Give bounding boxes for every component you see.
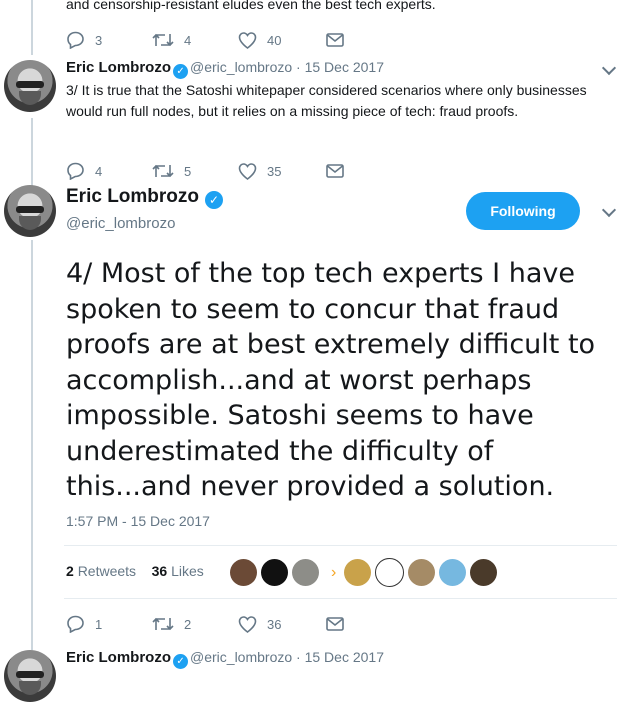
- like-icon: [238, 31, 257, 49]
- reply-icon: [67, 31, 84, 49]
- tweet-header: Eric Lombrozo ✓ @eric_lombrozo · 15 Dec 20…: [66, 59, 384, 79]
- main-author: Eric Lombrozo ✓: [66, 186, 225, 209]
- main-tweet-text: 4/ Most of the top tech experts I have s…: [66, 258, 596, 502]
- liker-avatar[interactable]: [375, 558, 405, 587]
- retweet-icon: [152, 617, 174, 631]
- retweet-count: 2: [184, 616, 192, 632]
- retweet-count: 5: [184, 163, 192, 179]
- tweet-actions: 3 4 40: [66, 31, 344, 49]
- reply-count: 3: [95, 32, 103, 48]
- like-button[interactable]: 36: [238, 615, 326, 633]
- avatar[interactable]: [4, 185, 56, 237]
- chevron-right-icon: ›: [331, 563, 337, 581]
- author-name[interactable]: Eric Lombrozo: [66, 59, 171, 76]
- liker-avatar[interactable]: [261, 559, 288, 586]
- liker-avatar[interactable]: [439, 559, 467, 586]
- avatar[interactable]: [4, 650, 56, 702]
- message-button[interactable]: [326, 33, 344, 47]
- tweet-timestamp[interactable]: 1:57 PM - 15 Dec 2017: [66, 513, 210, 529]
- reply-count: 1: [95, 616, 103, 632]
- like-icon: [238, 162, 257, 180]
- avatar[interactable]: [4, 60, 56, 112]
- message-icon: [326, 617, 344, 631]
- author-handle[interactable]: @eric_lombrozo: [66, 215, 175, 232]
- like-button[interactable]: 35: [238, 162, 326, 180]
- retweets-stat[interactable]: 2 Retweets: [66, 563, 136, 579]
- tweet-text: 3/ It is true that the Satoshi whitepape…: [66, 82, 587, 119]
- like-count: 36: [267, 616, 282, 632]
- reply-button[interactable]: 4: [66, 162, 152, 180]
- tweet-stats: 2 Retweets 36 Likes: [66, 563, 204, 579]
- liker-avatar[interactable]: [344, 559, 372, 586]
- retweet-count: 4: [184, 32, 192, 48]
- divider: [64, 598, 617, 599]
- reply-button[interactable]: 1: [66, 615, 152, 633]
- retweet-button[interactable]: 4: [152, 32, 238, 48]
- likes-stat[interactable]: 36 Likes: [152, 563, 204, 579]
- liker-avatar[interactable]: [470, 559, 498, 586]
- author-name[interactable]: Eric Lombrozo: [66, 649, 171, 666]
- tweet-date[interactable]: · 15 Dec 2017: [296, 649, 384, 665]
- chevron-down-icon[interactable]: [601, 60, 617, 76]
- author-handle[interactable]: @eric_lombrozo: [190, 649, 292, 665]
- reply-icon: [67, 162, 84, 180]
- author-handle[interactable]: @eric_lombrozo: [190, 59, 292, 75]
- message-icon: [326, 33, 344, 47]
- author-name[interactable]: Eric Lombrozo: [66, 186, 199, 207]
- thread-line: [31, 118, 33, 186]
- like-count: 35: [267, 163, 282, 179]
- like-icon: [238, 615, 257, 633]
- following-button[interactable]: Following: [466, 192, 580, 230]
- liker-avatar[interactable]: [408, 559, 436, 586]
- retweet-button[interactable]: 5: [152, 163, 238, 179]
- retweet-icon: [152, 164, 174, 178]
- chevron-down-icon[interactable]: [601, 202, 617, 218]
- like-count: 40: [267, 32, 282, 48]
- thread-line: [31, 0, 33, 55]
- thread-line: [31, 240, 33, 650]
- tweet-date[interactable]: · 15 Dec 2017: [296, 59, 384, 75]
- verified-icon: ✓: [205, 191, 224, 209]
- tweet-actions: 1 2 36: [66, 615, 344, 633]
- likers-avatars: ›: [230, 558, 501, 587]
- liker-avatar[interactable]: [230, 559, 257, 586]
- message-icon: [326, 164, 344, 178]
- retweet-button[interactable]: 2: [152, 616, 238, 632]
- like-button[interactable]: 40: [238, 31, 326, 49]
- tweet-text: and censorship-resistant eludes even the…: [66, 0, 436, 12]
- divider: [64, 545, 617, 546]
- reply-count: 4: [95, 163, 103, 179]
- liker-avatar[interactable]: [292, 559, 319, 586]
- verified-icon: ✓: [173, 64, 189, 79]
- retweet-icon: [152, 33, 174, 47]
- reply-button[interactable]: 3: [66, 31, 152, 49]
- tweet-actions: 4 5 35: [66, 162, 344, 180]
- message-button[interactable]: [326, 617, 344, 631]
- tweet-header: Eric Lombrozo ✓ @eric_lombrozo · 15 Dec 20…: [66, 649, 384, 669]
- reply-icon: [67, 615, 84, 633]
- message-button[interactable]: [326, 164, 344, 178]
- verified-icon: ✓: [173, 654, 189, 669]
